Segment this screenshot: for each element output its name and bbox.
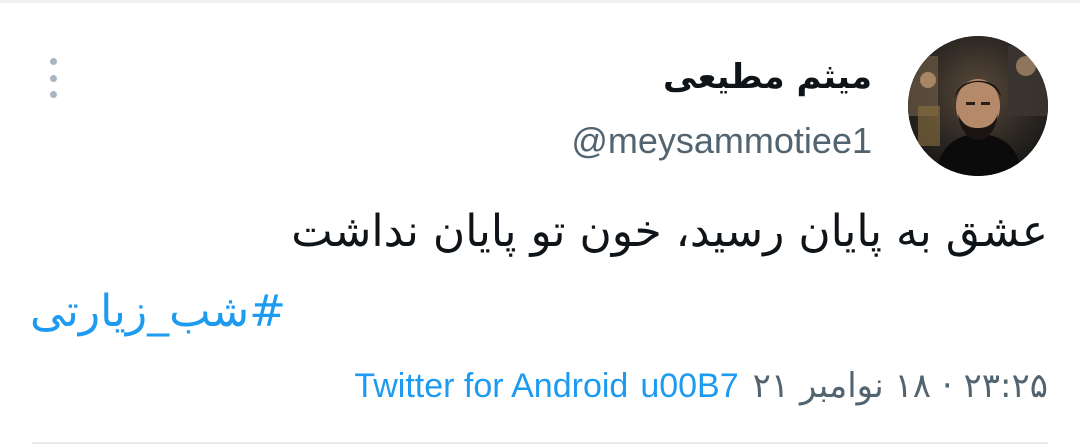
user-handle[interactable]: @meysammotiee1 <box>272 116 872 166</box>
profile-photo <box>908 36 1048 176</box>
timestamp[interactable]: ۲۳:۲۵ · ۱۸ نوامبر ۲۱ <box>753 366 1048 406</box>
separator: u00B7 <box>640 366 739 405</box>
bottom-divider <box>32 442 1048 444</box>
hashtag-link[interactable]: #شب_زیارتی <box>30 280 630 344</box>
tweet-meta: Twitter for Android u00B7 ۲۳:۲۵ · ۱۸ نوا… <box>8 360 1048 412</box>
source-link[interactable]: Twitter for Android <box>354 367 628 406</box>
menu-dot <box>49 58 57 65</box>
avatar[interactable] <box>908 36 1048 176</box>
tweet-text: عشق به پایان رسید، خون تو پایان نداشت <box>291 206 1048 257</box>
more-options-icon[interactable] <box>40 58 66 98</box>
top-divider <box>0 0 1080 3</box>
menu-dot <box>49 91 57 98</box>
display-name[interactable]: میثم مطیعی <box>372 52 872 102</box>
menu-dot <box>49 74 57 82</box>
